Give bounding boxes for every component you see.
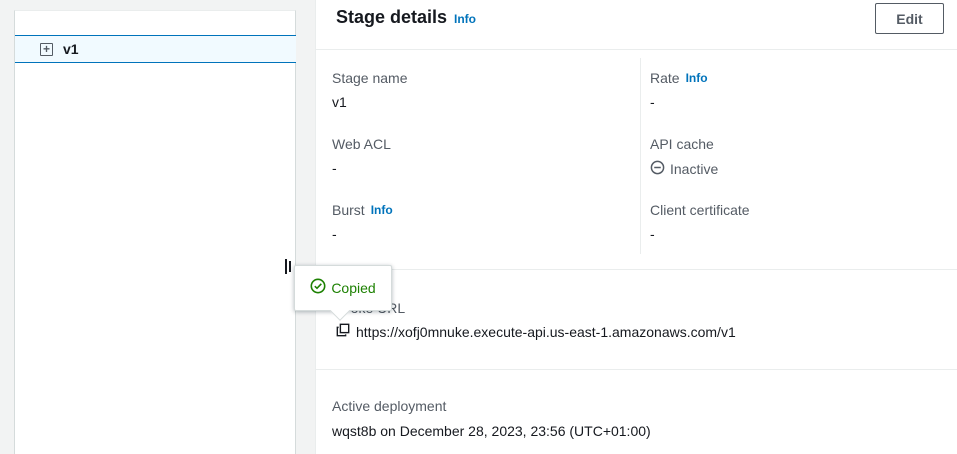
field-label: Rate Info bbox=[650, 70, 708, 86]
invoke-url-section: Invoke URL https://xofj0mnuke.execute-ap… bbox=[316, 270, 957, 370]
invoke-url-row: https://xofj0mnuke.execute-api.us-east-1… bbox=[336, 323, 736, 340]
copied-text: Copied bbox=[331, 280, 376, 296]
api-cache-status: Inactive bbox=[650, 160, 718, 178]
field-client-certificate: Client certificate - bbox=[650, 202, 750, 242]
tree-item-label: v1 bbox=[63, 41, 79, 57]
active-deployment-label: Active deployment bbox=[332, 398, 447, 414]
field-label: Web ACL bbox=[332, 136, 391, 152]
inactive-circle-icon bbox=[650, 160, 665, 178]
field-label: Burst Info bbox=[332, 202, 393, 218]
field-web-acl: Web ACL - bbox=[332, 136, 391, 176]
field-burst: Burst Info - bbox=[332, 202, 393, 242]
field-value: - bbox=[332, 226, 337, 242]
field-label: Client certificate bbox=[650, 202, 750, 218]
burst-label: Burst bbox=[332, 202, 365, 218]
field-stage-name: Stage name v1 bbox=[332, 70, 408, 110]
api-cache-value: Inactive bbox=[670, 161, 719, 177]
field-label: API cache bbox=[650, 136, 714, 152]
stage-details-header: Stage details Info Edit bbox=[316, 0, 957, 50]
field-api-cache: API cache Inactive bbox=[650, 136, 718, 178]
invoke-url-value[interactable]: https://xofj0mnuke.execute-api.us-east-1… bbox=[356, 324, 736, 340]
page-title: Stage details bbox=[336, 7, 448, 27]
rate-info-link[interactable]: Info bbox=[686, 71, 708, 85]
active-deployment-value: wqst8b on December 28, 2023, 23:56 (UTC+… bbox=[332, 423, 651, 439]
copy-icon[interactable] bbox=[336, 323, 350, 340]
field-value: v1 bbox=[332, 94, 347, 110]
edit-button[interactable]: Edit bbox=[875, 3, 944, 34]
field-value: - bbox=[332, 160, 337, 176]
rate-label: Rate bbox=[650, 70, 680, 86]
stage-details-info-link[interactable]: Info bbox=[454, 12, 476, 26]
field-rate: Rate Info - bbox=[650, 70, 708, 110]
copied-popover: Copied bbox=[294, 265, 392, 321]
expand-icon[interactable]: + bbox=[40, 42, 53, 56]
column-divider bbox=[640, 58, 641, 254]
field-value: - bbox=[650, 226, 655, 242]
check-circle-icon bbox=[310, 278, 326, 299]
stage-details-panel: Stage details Info Edit Stage name v1 Ra… bbox=[315, 0, 957, 454]
field-value: - bbox=[650, 94, 655, 110]
field-label: Stage name bbox=[332, 70, 408, 86]
stage-fields-grid: Stage name v1 Rate Info - Web ACL - API … bbox=[316, 50, 957, 270]
panel-resize-handle[interactable] bbox=[285, 259, 293, 275]
burst-info-link[interactable]: Info bbox=[371, 203, 393, 217]
tree-item-v1[interactable]: + v1 bbox=[15, 35, 296, 63]
resource-tree-panel: + v1 bbox=[14, 10, 296, 454]
